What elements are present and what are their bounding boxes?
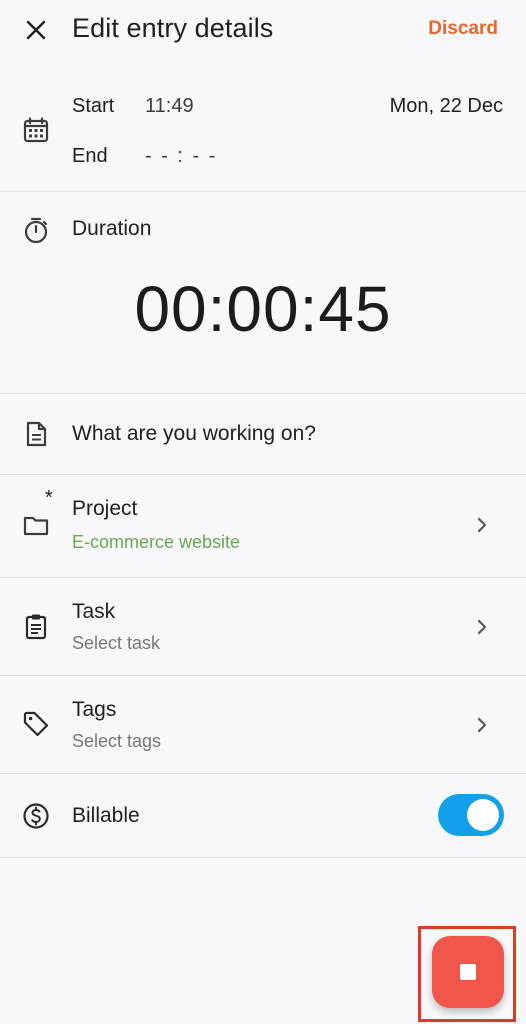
dollar-icon bbox=[23, 803, 49, 829]
chevron-right-icon bbox=[477, 619, 487, 635]
folder-icon bbox=[23, 516, 49, 536]
stop-icon bbox=[460, 964, 476, 980]
start-time-value[interactable]: 11:49 bbox=[145, 95, 194, 118]
duration-label: Duration bbox=[72, 217, 152, 240]
close-button[interactable] bbox=[18, 12, 54, 48]
clipboard-icon bbox=[25, 614, 47, 640]
time-range-section: Start 11:49 Mon, 22 Dec End - - : - - bbox=[0, 70, 526, 192]
project-label: Project bbox=[72, 497, 138, 520]
app-bar: Edit entry details Discard bbox=[0, 0, 526, 62]
toggle-knob bbox=[467, 799, 499, 831]
page-title: Edit entry details bbox=[72, 13, 274, 43]
calendar-icon bbox=[23, 117, 49, 143]
start-label: Start bbox=[72, 95, 115, 117]
tags-label: Tags bbox=[72, 698, 117, 721]
task-placeholder: Select task bbox=[72, 633, 161, 653]
tags-placeholder: Select tags bbox=[72, 731, 162, 751]
billable-row: Billable bbox=[0, 774, 526, 858]
stopwatch-icon bbox=[24, 217, 48, 244]
end-time-value[interactable]: - - : - - bbox=[145, 145, 217, 168]
tags-row[interactable]: Tags Select tags bbox=[0, 676, 526, 774]
close-icon bbox=[26, 20, 46, 40]
chevron-right-icon bbox=[477, 517, 487, 533]
task-row[interactable]: Task Select task bbox=[0, 578, 526, 676]
discard-button[interactable]: Discard bbox=[428, 18, 498, 40]
project-row[interactable]: * Project E-commerce website bbox=[0, 475, 526, 578]
description-input[interactable]: What are you working on? bbox=[72, 422, 316, 446]
project-value: E-commerce website bbox=[72, 532, 241, 552]
document-icon bbox=[26, 421, 47, 447]
billable-label: Billable bbox=[72, 804, 140, 827]
start-date-value[interactable]: Mon, 22 Dec bbox=[390, 95, 503, 118]
duration-value[interactable]: 00:00:45 bbox=[0, 272, 526, 346]
description-row[interactable]: What are you working on? bbox=[0, 394, 526, 475]
required-marker: * bbox=[45, 487, 53, 509]
duration-section: Duration 00:00:45 bbox=[0, 192, 526, 394]
billable-toggle[interactable] bbox=[438, 794, 504, 836]
end-label: End bbox=[72, 145, 108, 167]
stop-timer-button[interactable] bbox=[432, 936, 504, 1008]
task-label: Task bbox=[72, 600, 116, 623]
tag-icon bbox=[23, 711, 49, 737]
chevron-right-icon bbox=[477, 717, 487, 733]
